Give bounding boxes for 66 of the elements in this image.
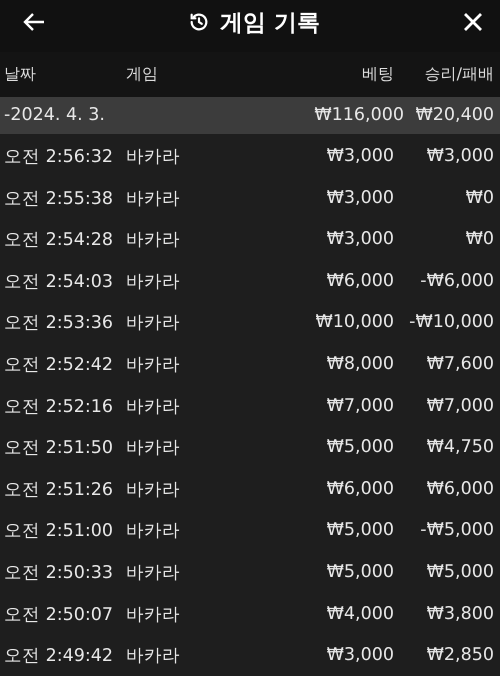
time-cell-text: 오전 2:55:38 <box>4 188 114 210</box>
total-result-text: ₩20,400 <box>414 105 494 126</box>
date-text: -2024. 4. 3. <box>4 105 106 126</box>
game-cell-text: 바카라 <box>126 229 181 252</box>
column-header: 날짜 <box>4 64 37 85</box>
bet-cell-text: ₩6,000 <box>326 478 394 499</box>
bet-cell-text: ₩6,000 <box>326 270 394 291</box>
result-cell-text: ₩7,000 <box>426 396 494 416</box>
bet-cell-text: ₩5,000 <box>326 437 394 458</box>
time-cell-text: 오전 2:53:36 <box>4 312 114 334</box>
game-cell-text: 바카라 <box>126 478 181 501</box>
time-cell-text: 오전 2:56:32 <box>4 146 114 168</box>
result-cell-text: ₩0 <box>464 229 494 250</box>
result-cell-text: ₩7,600 <box>426 354 494 374</box>
bet-cell-text: ₩8,000 <box>326 354 394 374</box>
bet-cell-text: ₩7,000 <box>326 396 394 416</box>
bet-cell-text: ₩3,000 <box>326 146 394 166</box>
bet-cell-text: ₩3,000 <box>326 229 394 250</box>
time-cell-text: 오전 2:52:42 <box>4 354 114 376</box>
result-cell-text: -₩10,000 <box>408 312 494 332</box>
date-group-row[interactable]: -2024. 4. 3. ₩116,000 ₩20,400 <box>0 96 500 134</box>
game-cell-text: 바카라 <box>126 520 181 542</box>
close-button[interactable] <box>462 11 484 34</box>
time-cell-text: 오전 2:51:00 <box>4 520 114 542</box>
bet-cell-text: ₩5,000 <box>326 520 394 540</box>
game-cell-text: 바카라 <box>126 188 181 210</box>
bet-cell-text: ₩10,000 <box>314 312 394 332</box>
bet-cell-text: ₩3,000 <box>326 188 394 208</box>
game-cell-text: 바카라 <box>126 312 181 334</box>
game-cell-text: 바카라 <box>126 270 181 293</box>
time-cell-text: 오전 2:49:42 <box>4 645 114 668</box>
time-cell-text: 오전 2:50:07 <box>4 604 114 626</box>
time-cell-text: 오전 2:52:16 <box>4 396 114 418</box>
bet-cell-text: ₩4,000 <box>326 604 394 624</box>
column-header: 승리/패배 <box>424 64 494 85</box>
total-bet-text: ₩116,000 <box>313 105 404 126</box>
result-cell-text: ₩3,000 <box>426 146 494 166</box>
time-cell-text: 오전 2:54:03 <box>4 270 114 293</box>
result-cell-text: -₩5,000 <box>419 520 494 540</box>
bet-cell-text: ₩5,000 <box>326 562 394 582</box>
result-cell-text: ₩4,750 <box>426 437 494 458</box>
time-cell-text: 오전 2:54:28 <box>4 229 114 252</box>
result-cell-text: ₩3,800 <box>426 604 494 624</box>
history-icon <box>188 11 210 34</box>
column-header: 베팅 <box>361 64 394 85</box>
time-cell-text: 오전 2:50:33 <box>4 562 114 584</box>
game-cell-text: 바카라 <box>126 437 181 460</box>
back-button[interactable] <box>22 11 46 34</box>
result-cell-text: ₩0 <box>464 188 494 208</box>
game-cell-text: 바카라 <box>126 354 181 376</box>
close-icon <box>462 11 484 34</box>
result-cell-text: ₩2,850 <box>426 645 494 666</box>
time-cell-text: 오전 2:51:26 <box>4 478 114 501</box>
time-cell-text: 오전 2:51:50 <box>4 437 114 460</box>
window-title: 게임 기록 <box>220 8 320 38</box>
result-cell-text: ₩6,000 <box>426 478 494 499</box>
result-cell-text: -₩6,000 <box>419 270 494 291</box>
game-cell-text: 바카라 <box>126 604 181 626</box>
back-arrow-icon <box>22 11 46 34</box>
result-cell-text: ₩5,000 <box>426 562 494 582</box>
bet-cell-text: ₩3,000 <box>326 645 394 666</box>
column-header: 게임 <box>126 64 159 85</box>
game-cell-text: 바카라 <box>126 146 181 168</box>
game-cell-text: 바카라 <box>126 645 181 668</box>
game-cell-text: 바카라 <box>126 562 181 584</box>
game-cell-text: 바카라 <box>126 396 181 418</box>
